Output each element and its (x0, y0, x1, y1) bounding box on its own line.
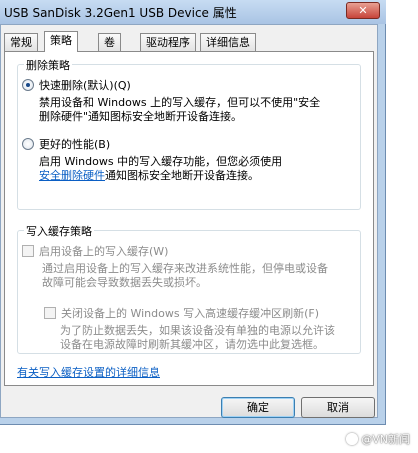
enable-write-cache-label[interactable]: 启用设备上的写入缓存(W) (39, 243, 168, 259)
quick-removal-description: 禁用设备和 Windows 上的写入缓存，但可以不使用"安全 删除硬件"通知图标… (39, 96, 320, 124)
title-bar[interactable]: USB SanDisk 3.2Gen1 USB Device 属性 ✕ (0, 0, 386, 24)
write-cache-policy-group: 写入缓存策略 启用设备上的写入缓存(W) 通过启用设备上的写入缓存来改进系统性能… (17, 223, 361, 354)
quick-removal-radio[interactable] (22, 79, 34, 91)
close-button[interactable]: ✕ (346, 2, 380, 19)
window-title: USB SanDisk 3.2Gen1 USB Device 属性 (4, 6, 237, 20)
tab-policy[interactable]: 策略 (44, 31, 78, 52)
enable-cache-desc-line2: 故障可能会导致数据丢失或损坏。 (42, 276, 207, 289)
enable-cache-desc-line1: 通过启用设备上的写入缓存来改进系统性能，但停电或设备 (42, 262, 328, 275)
better-performance-option[interactable]: 更好的性能(B) (22, 136, 110, 152)
tab-general[interactable]: 常规 (4, 33, 38, 51)
watermark-text: @VN新闻 (361, 433, 410, 446)
disable-cache-flush-label[interactable]: 关闭设备上的 Windows 写入高速缓存缓冲区刷新(F) (61, 305, 319, 321)
dialog-client-area: 常规 策略 卷 驱动程序 详细信息 删除策略 快速删除(默认)(Q) 禁用设备和… (0, 24, 378, 418)
properties-window: USB SanDisk 3.2Gen1 USB Device 属性 ✕ 常规 策… (0, 0, 386, 425)
watermark: @VN新闻 (346, 431, 410, 447)
better-performance-description: 启用 Windows 中的写入缓存功能，但您必须使用 安全删除硬件通知图标安全地… (39, 155, 282, 183)
ok-button[interactable]: 确定 (221, 397, 295, 418)
removal-policy-group: 删除策略 快速删除(默认)(Q) 禁用设备和 Windows 上的写入缓存，但可… (17, 57, 361, 210)
quick-removal-label[interactable]: 快速删除(默认)(Q) (39, 77, 131, 93)
disable-cache-flush-checkbox[interactable] (44, 307, 56, 319)
removal-policy-title: 删除策略 (24, 57, 72, 73)
disable-flush-desc-line2: 设备在电源故障时刷新其缓冲区，请勿选中此复选框。 (60, 338, 324, 351)
better-performance-radio[interactable] (22, 138, 34, 150)
tab-volumes[interactable]: 卷 (98, 33, 121, 51)
quick-removal-desc-line2: 删除硬件"通知图标安全地断开设备连接。 (39, 110, 243, 123)
cancel-button[interactable]: 取消 (301, 397, 375, 418)
better-performance-label[interactable]: 更好的性能(B) (39, 136, 110, 152)
disable-cache-flush-option[interactable]: 关闭设备上的 Windows 写入高速缓存缓冲区刷新(F) (44, 305, 319, 321)
disable-flush-desc-line1: 为了防止数据丢失，如果该设备没有单独的电源以允许该 (60, 324, 335, 337)
disable-cache-flush-description: 为了防止数据丢失，如果该设备没有单独的电源以允许该 设备在电源故障时刷新其缓冲区… (60, 324, 335, 352)
enable-write-cache-option[interactable]: 启用设备上的写入缓存(W) (22, 243, 168, 259)
quick-removal-option[interactable]: 快速删除(默认)(Q) (22, 77, 131, 93)
better-performance-desc-line1: 启用 Windows 中的写入缓存功能，但您必须使用 (39, 155, 283, 168)
quick-removal-desc-line1: 禁用设备和 Windows 上的写入缓存，但可以不使用"安全 (39, 96, 321, 109)
enable-write-cache-checkbox[interactable] (22, 245, 34, 257)
write-cache-details-link[interactable]: 有关写入缓存设置的详细信息 (17, 364, 160, 380)
enable-write-cache-description: 通过启用设备上的写入缓存来改进系统性能，但停电或设备 故障可能会导致数据丢失或损… (42, 262, 328, 290)
write-cache-policy-title: 写入缓存策略 (24, 223, 94, 239)
policy-tab-panel: 删除策略 快速删除(默认)(Q) 禁用设备和 Windows 上的写入缓存，但可… (4, 51, 374, 386)
safely-remove-hardware-link[interactable]: 安全删除硬件 (39, 169, 105, 182)
watermark-icon (346, 433, 359, 445)
tab-details[interactable]: 详细信息 (200, 33, 256, 51)
better-performance-desc-line2: 安全删除硬件通知图标安全地断开设备连接。 (39, 169, 282, 183)
tab-driver[interactable]: 驱动程序 (140, 33, 196, 51)
better-performance-desc-rest: 通知图标安全地断开设备连接。 (105, 169, 259, 182)
